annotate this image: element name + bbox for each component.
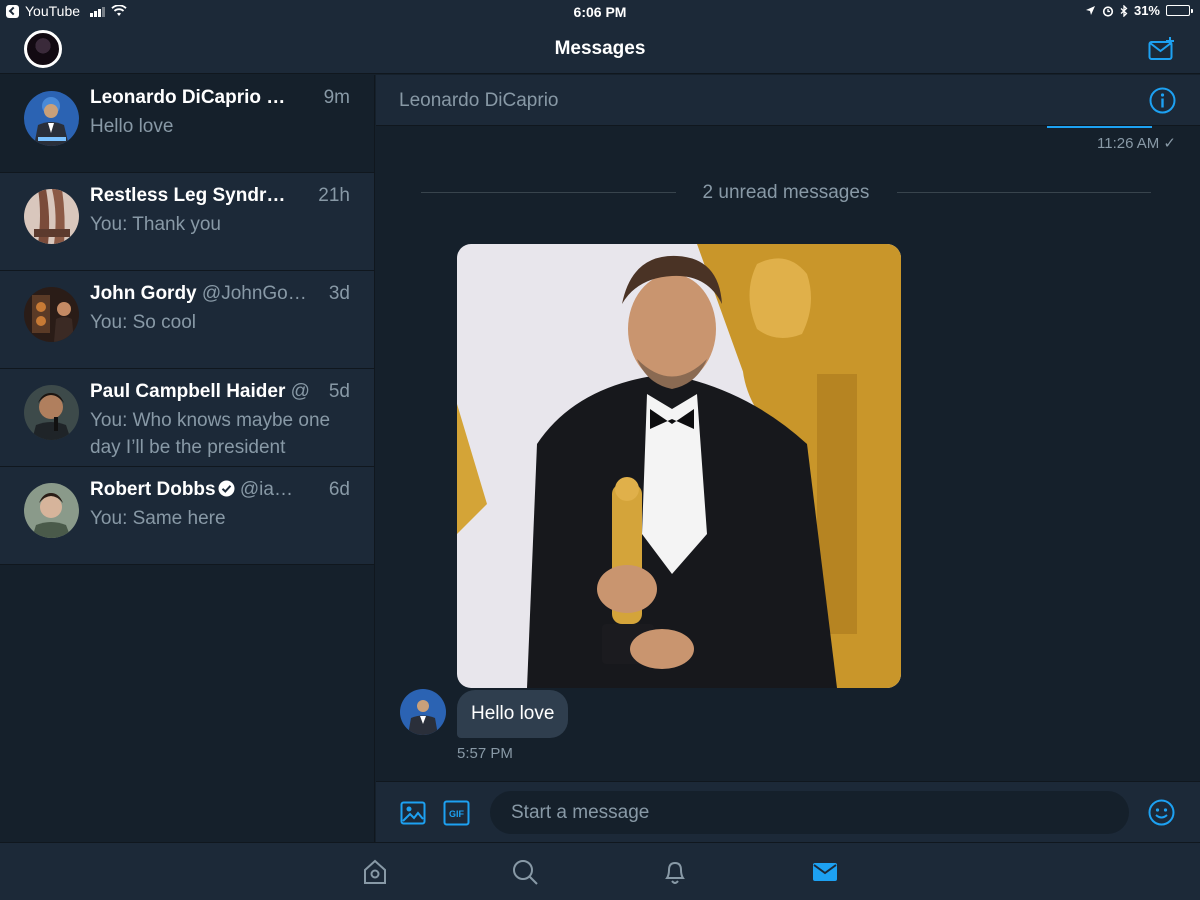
chat-header: Leonardo DiCaprio <box>376 75 1200 126</box>
back-to-app[interactable]: YouTube <box>6 3 127 19</box>
message-time: 5:57 PM <box>457 745 513 762</box>
bluetooth-icon <box>1120 4 1128 17</box>
conversation-snippet: Hello love <box>90 116 174 137</box>
search-icon[interactable] <box>511 858 539 886</box>
status-bar: YouTube 6:06 PM 31% <box>0 0 1200 24</box>
conversation-time: 5d <box>328 381 350 402</box>
conversation-item-john-gordy[interactable]: John Gordy @JohnGo… 3d You: So cool <box>0 271 374 369</box>
sender-avatar[interactable] <box>400 689 446 735</box>
nav-bar: Messages <box>0 24 1200 74</box>
conversation-list: Leonardo DiCaprio … 9m Hello love Restle… <box>0 75 375 842</box>
conversation-snippet: You: Thank you <box>90 214 221 235</box>
page-title: Messages <box>554 38 646 59</box>
alarm-icon <box>1102 5 1114 17</box>
avatar[interactable] <box>24 287 79 342</box>
battery-percent: 31% <box>1133 3 1160 18</box>
gif-icon[interactable]: GIF <box>443 800 470 826</box>
envelope-icon[interactable] <box>811 858 839 886</box>
message-input[interactable]: Start a message <box>490 791 1129 834</box>
conversation-item-robert-dobbs[interactable]: Robert Dobbs @ia… 6d You: Same here <box>0 467 374 565</box>
conversation-name: Leonardo DiCaprio … <box>90 87 286 108</box>
home-icon[interactable] <box>361 858 389 886</box>
clock: 6:06 PM <box>573 4 627 20</box>
conversation-snippet: You: Who knows maybe one day I’ll be the… <box>90 410 331 458</box>
cellular-signal-icon <box>90 6 106 17</box>
conversation-snippet: You: So cool <box>90 312 196 333</box>
wifi-icon <box>111 5 127 16</box>
bell-icon[interactable] <box>661 858 689 886</box>
conversation-name: John Gordy @JohnGo… <box>90 283 307 304</box>
conversation-name: Paul Campbell Haider @ <box>90 381 310 402</box>
location-icon <box>1085 6 1095 15</box>
conversation-name: Restless Leg Syndr… <box>90 185 286 206</box>
avatar[interactable] <box>24 91 79 146</box>
previous-message-edge <box>1047 126 1152 128</box>
conversation-name: Robert Dobbs @ia… <box>90 479 293 500</box>
conversation-item-leonardo-dicaprio[interactable]: Leonardo DiCaprio … 9m Hello love <box>0 75 374 173</box>
battery-icon <box>1166 5 1193 16</box>
conversation-time: 9m <box>323 87 350 108</box>
previous-message-time: 11:26 AM ✓ <box>1097 135 1176 152</box>
conversation-item-restless-leg-syndrome[interactable]: Restless Leg Syndr… 21h You: Thank you <box>0 173 374 271</box>
tab-bar <box>0 842 1200 900</box>
chat-recipient-name[interactable]: Leonardo DiCaprio <box>399 90 559 112</box>
avatar[interactable] <box>24 189 79 244</box>
message-composer: GIF Start a message <box>376 781 1200 842</box>
back-app-label[interactable]: YouTube <box>25 3 80 19</box>
avatar[interactable] <box>24 385 79 440</box>
compose-message-icon[interactable] <box>1148 36 1176 62</box>
back-arrow-icon[interactable] <box>6 4 19 18</box>
conversation-time: 21h <box>318 185 350 206</box>
message-photo[interactable] <box>457 244 901 688</box>
image-icon[interactable] <box>400 800 426 826</box>
message-bubble[interactable]: Hello love <box>457 690 569 738</box>
unread-label: 2 unread messages <box>702 182 870 203</box>
conversation-snippet: You: Same here <box>90 508 226 529</box>
verified-badge-icon <box>218 480 235 497</box>
avatar[interactable] <box>24 483 79 538</box>
svg-text:GIF: GIF <box>449 809 465 819</box>
chat-thread: 11:26 AM ✓ 2 unread messages Hello love … <box>376 126 1200 781</box>
info-icon[interactable] <box>1149 87 1176 114</box>
emoji-icon[interactable] <box>1148 799 1175 826</box>
conversation-time: 3d <box>328 283 350 304</box>
unread-divider: 2 unread messages <box>421 180 1151 204</box>
conversation-time: 6d <box>328 479 350 500</box>
conversation-item-paul-campbell-haider[interactable]: Paul Campbell Haider @ 5d You: Who knows… <box>0 369 374 467</box>
